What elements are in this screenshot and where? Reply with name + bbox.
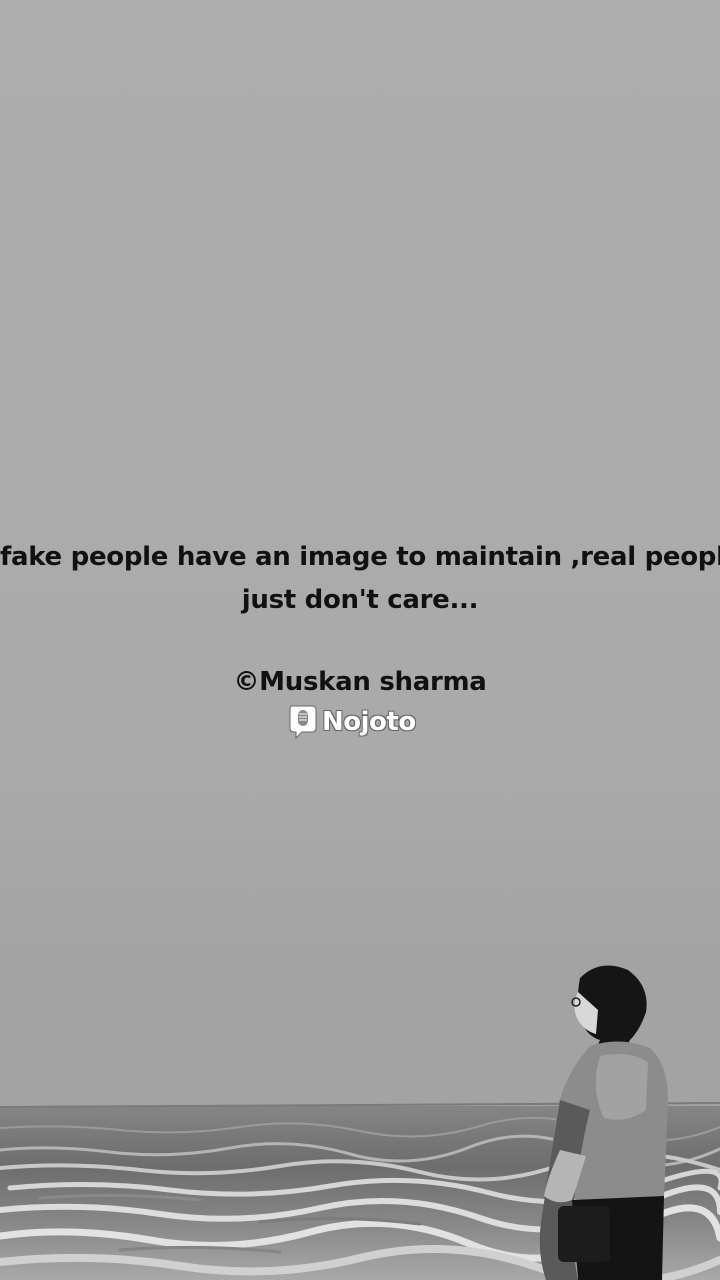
- quote-line-2: just don't care...: [241, 585, 479, 615]
- nojoto-logo: Nojoto: [288, 703, 438, 741]
- author-credit: ©Muskan sharma: [233, 667, 487, 697]
- logo-text: Nojoto: [322, 707, 416, 737]
- background-photo: [0, 0, 720, 1280]
- quote-text: fake people have an image to maintain ,r…: [0, 536, 720, 622]
- quote-line-1: fake people have an image to maintain ,r…: [0, 542, 720, 572]
- microphone-icon: [289, 705, 317, 740]
